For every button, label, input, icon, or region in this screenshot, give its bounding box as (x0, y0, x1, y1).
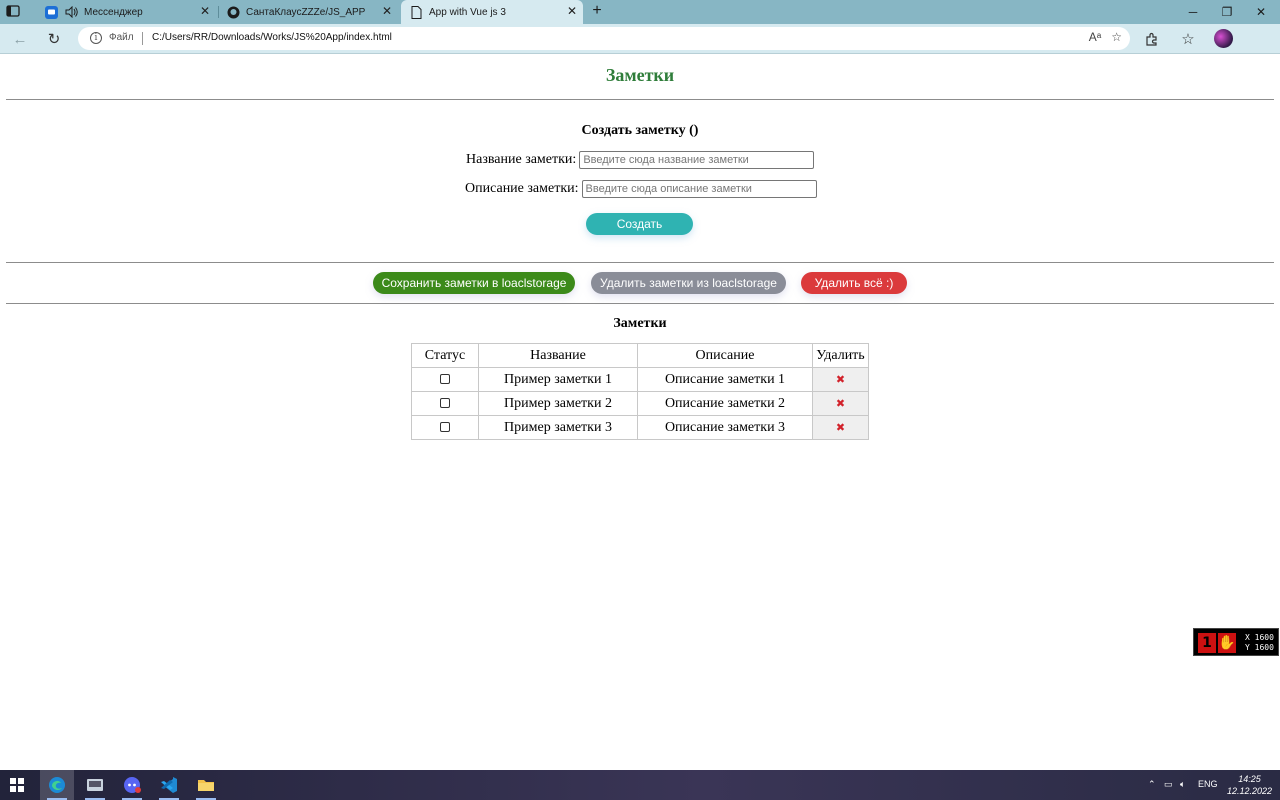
name-label: Название заметки: (466, 152, 577, 167)
document-icon (409, 5, 423, 19)
tab-title: СантаКлаусZZZe/JS_APP (246, 6, 366, 18)
status-checkbox[interactable] (440, 374, 450, 385)
divider (6, 262, 1274, 263)
page: Заметки Создать заметку () Название заме… (0, 55, 1280, 770)
close-tab-icon[interactable]: ✕ (382, 5, 392, 17)
volume-icon[interactable]: 🔈︎ (1180, 779, 1185, 790)
favorite-add-icon[interactable]: ☆ (1111, 30, 1122, 44)
delete-icon[interactable]: ✖ (812, 415, 869, 440)
chevron-up-icon[interactable]: ⌃ (1148, 779, 1156, 790)
delete-all-button[interactable]: Удалить всё :) (801, 272, 907, 294)
column-header-status: Статус (411, 343, 479, 368)
discord-taskbar-icon[interactable] (115, 770, 149, 800)
new-tab-icon[interactable]: + (588, 2, 606, 20)
status-cell (411, 391, 479, 416)
column-header-name: Название (478, 343, 638, 368)
tab-messenger[interactable]: Мессенджер ✕ (38, 0, 216, 24)
page-title: Заметки (605, 65, 675, 85)
favorites-icon[interactable]: ☆ (1178, 29, 1198, 49)
clock-date: 12.12.2022 (1226, 786, 1272, 796)
status-cell (411, 367, 479, 392)
overlay-badge: 1 ✋ X 1600 Y 1600 (1193, 628, 1279, 656)
back-icon[interactable]: ← (10, 29, 30, 49)
tab-github[interactable]: СантаКлаусZZZe/JS_APP ✕ (220, 0, 398, 24)
network-icon[interactable]: ▭ (1164, 779, 1173, 790)
note-description-input[interactable] (581, 180, 817, 198)
note-name-cell: Пример заметки 1 (478, 367, 638, 392)
address-url[interactable]: C:/Users/RR/Downloads/Works/JS%20App/ind… (152, 32, 392, 43)
restore-icon[interactable]: ❐ (1210, 0, 1244, 24)
github-icon (226, 5, 240, 19)
notes-table: Статус Название Описание Удалить Пример … (411, 343, 869, 440)
status-cell (411, 415, 479, 440)
browser-tab-bar: Мессенджер ✕ СантаКлаусZZZe/JS_APP ✕ App… (0, 0, 1280, 24)
info-icon[interactable]: i (90, 32, 102, 44)
note-description-cell: Описание заметки 3 (637, 415, 813, 440)
note-name-cell: Пример заметки 3 (478, 415, 638, 440)
overlay-coordinates: X 1600 Y 1600 (1245, 633, 1274, 653)
status-checkbox[interactable] (440, 398, 450, 409)
description-row: Описание заметки: (465, 180, 817, 198)
read-aloud-icon[interactable]: Aᵃ (1089, 30, 1101, 44)
profile-avatar[interactable] (1214, 29, 1233, 48)
tab-title: App with Vue js 3 (429, 6, 506, 18)
close-tab-icon[interactable]: ✕ (200, 5, 210, 17)
close-tab-icon[interactable]: ✕ (567, 5, 577, 17)
note-description-cell: Описание заметки 1 (637, 367, 813, 392)
divider (6, 99, 1274, 100)
name-row: Название заметки: (466, 151, 815, 169)
remove-localstorage-button[interactable]: Удалить заметки из loaclstorage (591, 272, 786, 294)
messenger-icon (44, 5, 58, 19)
browser-toolbar: ← ↻ i Файл C:/Users/RR/Downloads/Works/J… (0, 24, 1280, 54)
extensions-icon[interactable] (1142, 29, 1162, 49)
system-tray: ⌃ ▭ 🔈︎ ENG 14:25 12.12.2022 (1130, 770, 1280, 800)
column-header-delete: Удалить (812, 343, 869, 368)
note-name-input[interactable] (579, 151, 815, 169)
address-icons: Aᵃ ☆ (1089, 30, 1122, 44)
clock[interactable]: 14:25 12.12.2022 (1227, 773, 1272, 797)
taskbar: ⌃ ▭ 🔈︎ ENG 14:25 12.12.2022 (0, 770, 1280, 800)
table-row: Пример заметки 2 Описание заметки 2 ✖ (411, 391, 869, 416)
vscode-taskbar-icon[interactable] (152, 770, 186, 800)
windows-start-icon[interactable] (10, 778, 24, 792)
speaker-icon[interactable] (64, 5, 78, 19)
explorer-app-taskbar-icon[interactable] (78, 770, 112, 800)
table-header-row: Статус Название Описание Удалить (411, 343, 869, 368)
note-description-cell: Описание заметки 2 (637, 391, 813, 416)
tab-vue-app[interactable]: App with Vue js 3 ✕ (401, 0, 583, 24)
save-localstorage-button[interactable]: Сохранить заметки в loaclstorage (373, 272, 575, 294)
notes-heading: Заметки (613, 316, 667, 331)
table-row: Пример заметки 1 Описание заметки 1 ✖ (411, 367, 869, 392)
note-name-cell: Пример заметки 2 (478, 391, 638, 416)
description-label: Описание заметки: (465, 181, 579, 196)
tab-actions-icon[interactable] (6, 4, 26, 20)
address-bar[interactable]: i Файл C:/Users/RR/Downloads/Works/JS%20… (78, 27, 1130, 50)
delete-icon[interactable]: ✖ (812, 391, 869, 416)
address-divider (142, 32, 143, 45)
file-explorer-taskbar-icon[interactable] (189, 770, 223, 800)
divider (6, 303, 1274, 304)
hand-logo-icon: 1 ✋ (1198, 633, 1238, 653)
delete-icon[interactable]: ✖ (812, 367, 869, 392)
close-window-icon[interactable]: ✕ (1244, 0, 1278, 24)
form-heading: Создать заметку () (581, 123, 699, 138)
overlay-y: Y 1600 (1245, 643, 1274, 652)
minimize-icon[interactable]: ─ (1176, 0, 1210, 24)
tab-title: Мессенджер (84, 6, 143, 18)
edge-taskbar-icon[interactable] (40, 770, 74, 800)
create-button[interactable]: Создать (586, 213, 693, 235)
address-scheme: Файл (109, 32, 134, 43)
tab-divider (218, 6, 219, 18)
column-header-description: Описание (637, 343, 813, 368)
clock-time: 14:25 (1238, 774, 1261, 784)
overlay-x: X 1600 (1245, 633, 1274, 642)
status-checkbox[interactable] (440, 422, 450, 433)
language-indicator[interactable]: ENG (1198, 779, 1218, 789)
table-row: Пример заметки 3 Описание заметки 3 ✖ (411, 415, 869, 440)
refresh-icon[interactable]: ↻ (44, 29, 64, 49)
